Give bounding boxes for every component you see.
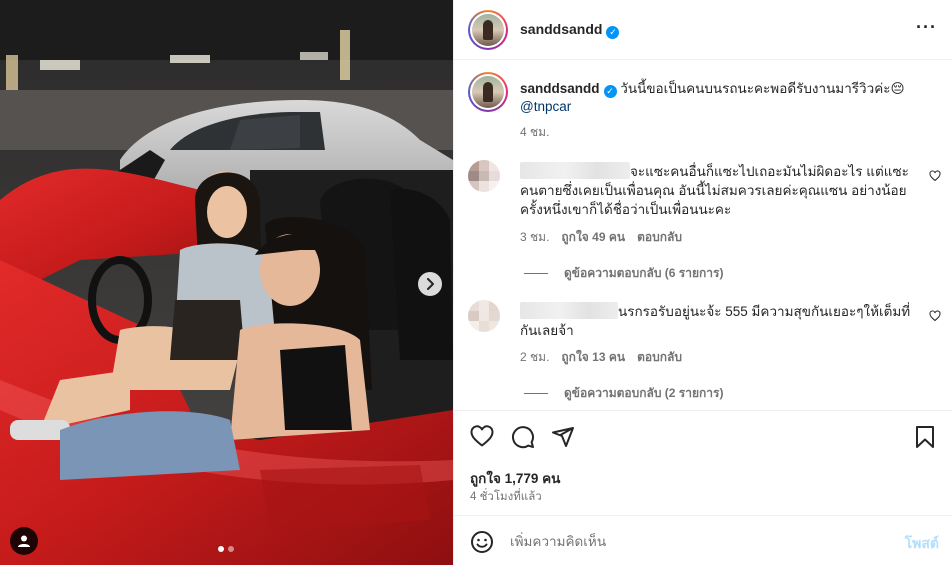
- more-options-button[interactable]: ···: [916, 17, 937, 37]
- author-username[interactable]: sanddsandd ✓: [520, 21, 620, 39]
- comment-input[interactable]: [510, 530, 890, 552]
- more-horizontal-icon: ···: [916, 17, 937, 37]
- tagged-users-button[interactable]: [10, 527, 38, 555]
- post-photo: [0, 0, 453, 565]
- likes-count[interactable]: ถูกใจ 1,779 คน: [470, 467, 560, 489]
- comment-time[interactable]: 3 ชม.: [520, 228, 549, 247]
- comment-icon[interactable]: [511, 425, 535, 449]
- emoji-icon[interactable]: [470, 530, 494, 554]
- bookmark-icon[interactable]: [915, 425, 935, 449]
- caption-text: sanddsandd ✓ วันนี้ขอเป็นคนบนรถนะคะพอดีรั…: [520, 80, 940, 116]
- chevron-right-icon: [427, 278, 434, 290]
- comment-meta: 3 ชม. ถูกใจ 49 คน ตอบกลับ: [520, 228, 682, 247]
- comment-likes[interactable]: ถูกใจ 13 คน: [561, 348, 625, 367]
- caption-body: วันนี้ขอเป็นคนบนรถนะคะพอดีรับงานมารีวิวค…: [620, 81, 891, 96]
- replies-divider: [524, 273, 548, 274]
- comment-time[interactable]: 2 ชม.: [520, 348, 549, 367]
- username-text[interactable]: sanddsandd: [520, 21, 602, 37]
- post-header: sanddsandd ✓ ···: [454, 0, 952, 60]
- author-avatar[interactable]: [468, 10, 508, 50]
- caption-emoji: 😔: [890, 81, 905, 96]
- caption-timestamp[interactable]: 4 ชม.: [520, 123, 549, 142]
- view-replies-button[interactable]: ดูข้อความตอบกลับ (6 รายการ): [524, 264, 723, 283]
- comment-like-icon[interactable]: [929, 170, 941, 182]
- post-timestamp[interactable]: 4 ชั่วโมงที่แล้ว: [470, 488, 542, 506]
- post-media[interactable]: [0, 0, 453, 565]
- view-replies-text[interactable]: ดูข้อความตอบกลับ (2 รายการ): [564, 384, 723, 403]
- comment-meta: 2 ชม. ถูกใจ 13 คน ตอบกลับ: [520, 348, 682, 367]
- caption-mention[interactable]: @tnpcar: [520, 99, 571, 114]
- next-slide-button[interactable]: [418, 272, 442, 296]
- comment-likes[interactable]: ถูกใจ 49 คน: [561, 228, 625, 247]
- post-actions: [454, 410, 952, 458]
- user-tag-icon: [18, 535, 30, 547]
- post-comment-button[interactable]: โพสต์: [905, 533, 939, 555]
- comment-reply-button[interactable]: ตอบกลับ: [637, 348, 682, 367]
- post-sidebar: sanddsandd ✓ ··· sanddsandd ✓ วันนี้ขอเป็น…: [453, 0, 952, 565]
- comment-like-icon[interactable]: [929, 310, 941, 322]
- carousel-dot-active: [218, 546, 224, 552]
- commenter-avatar[interactable]: [468, 160, 500, 192]
- add-comment-bar: โพสต์: [454, 515, 952, 565]
- view-replies-text[interactable]: ดูข้อความตอบกลับ (6 รายการ): [564, 264, 723, 283]
- carousel-dot: [228, 546, 234, 552]
- blurred-username: [520, 162, 630, 179]
- heart-icon[interactable]: [470, 425, 494, 447]
- commenter-avatar[interactable]: [468, 300, 500, 332]
- blurred-username: [520, 302, 618, 319]
- replies-divider: [524, 393, 548, 394]
- carousel-indicator: [218, 546, 234, 552]
- verified-badge-icon: ✓: [603, 85, 617, 98]
- caption-avatar[interactable]: [468, 72, 508, 112]
- comment-reply-button[interactable]: ตอบกลับ: [637, 228, 682, 247]
- caption-username[interactable]: sanddsandd: [520, 81, 600, 96]
- verified-badge-icon: ✓: [606, 26, 620, 39]
- view-replies-button[interactable]: ดูข้อความตอบกลับ (2 รายการ): [524, 384, 723, 403]
- share-icon[interactable]: [551, 425, 575, 449]
- comment-text: นรกรอรับอยู่นะจ้ะ 555 มีความสุขกันเยอะๆใ…: [520, 302, 915, 340]
- comment-text: จะแซะคนอื่นก็แซะไปเถอะมันไม่ผิดอะไร แต่แ…: [520, 162, 915, 219]
